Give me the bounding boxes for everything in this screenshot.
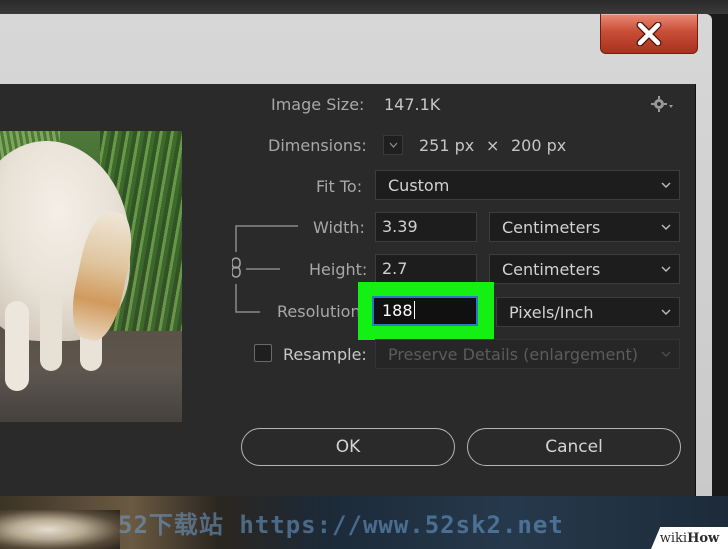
close-button[interactable]: [600, 14, 698, 54]
height-unit-select[interactable]: Centimeters: [489, 254, 680, 284]
fit-to-label: Fit To:: [316, 177, 363, 196]
chevron-down-icon: [389, 142, 398, 148]
resolution-unit-value: Pixels/Inch: [509, 303, 594, 322]
wikihow-how: How: [687, 530, 720, 546]
width-label: Width:: [313, 218, 365, 237]
link-icon: [232, 257, 241, 278]
dimensions-times: ×: [486, 136, 500, 155]
chevron-down-icon: [661, 309, 671, 315]
image-size-value: 147.1K: [384, 95, 441, 114]
resolution-unit-select[interactable]: Pixels/Inch: [496, 297, 680, 327]
wikihow-wiki: wiki: [659, 530, 688, 546]
ok-button[interactable]: OK: [241, 428, 455, 466]
wikihow-logo: wiki How: [651, 527, 728, 549]
text-cursor: [413, 301, 415, 319]
fit-to-select[interactable]: Custom: [375, 170, 680, 200]
gear-icon[interactable]: [650, 96, 674, 112]
resample-label: Resample:: [283, 345, 367, 364]
desktop-background: [0, 0, 728, 14]
cancel-button[interactable]: Cancel: [467, 428, 681, 466]
resample-checkbox[interactable]: [254, 344, 272, 362]
fit-to-value: Custom: [388, 176, 450, 195]
chevron-down-icon: [661, 224, 671, 230]
dimensions-width: 251 px: [419, 136, 475, 155]
image-size-label: Image Size:: [271, 95, 365, 114]
resolution-input[interactable]: 188: [372, 296, 478, 326]
chevron-down-icon: [661, 351, 671, 357]
width-unit-select[interactable]: Centimeters: [489, 212, 680, 242]
chevron-down-icon: [661, 266, 671, 272]
height-unit-value: Centimeters: [502, 260, 601, 279]
dimensions-height: 200 px: [511, 136, 567, 155]
resolution-value: 188: [382, 301, 413, 320]
watermark-text: 52下载站 https://www.52sk2.net: [118, 511, 564, 539]
resample-method-select[interactable]: Preserve Details (enlargement): [375, 339, 680, 369]
width-unit-value: Centimeters: [502, 218, 601, 237]
chevron-down-icon: [661, 182, 671, 188]
height-input[interactable]: 2.7: [375, 254, 477, 284]
height-label: Height:: [309, 260, 368, 279]
dimensions-dropdown[interactable]: [383, 135, 403, 155]
dimensions-label: Dimensions:: [268, 136, 367, 155]
width-input[interactable]: 3.39: [375, 212, 477, 242]
resample-method-value: Preserve Details (enlargement): [388, 345, 639, 364]
resolution-label: Resolution:: [277, 302, 366, 321]
image-preview: [0, 131, 182, 422]
close-icon: [636, 21, 662, 46]
background-photo: [0, 510, 120, 549]
